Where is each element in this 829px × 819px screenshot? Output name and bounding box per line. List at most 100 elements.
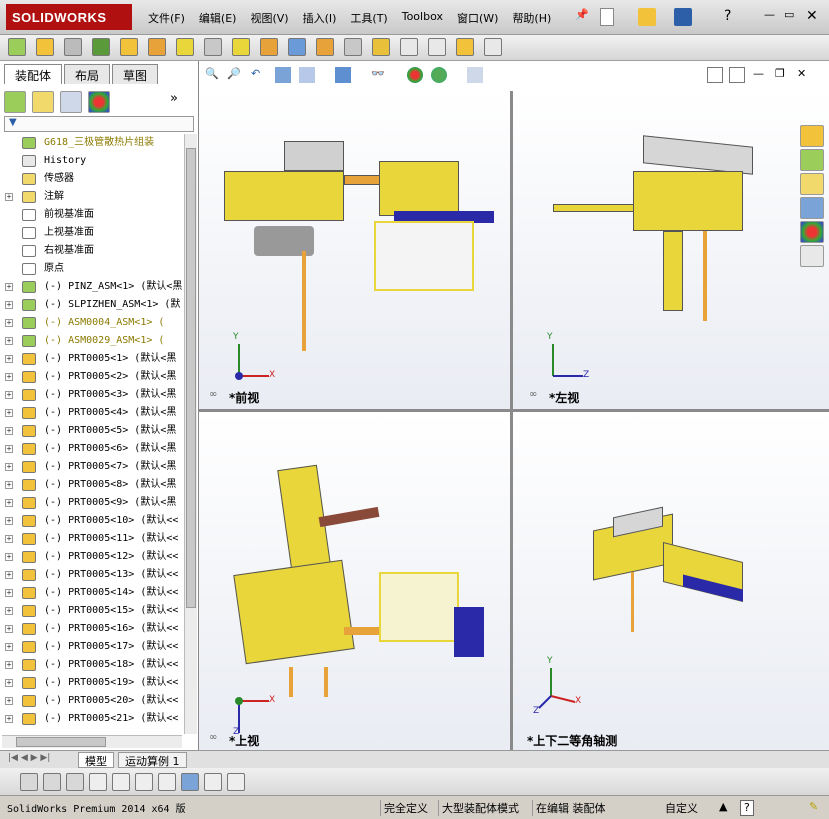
expand-toggle-icon[interactable]: + [5,661,13,669]
apply-scene-icon[interactable] [431,67,447,83]
expand-toggle-icon[interactable]: + [5,697,13,705]
tree-node[interactable]: + (-) PRT0005<5> (默认<黑 [0,422,182,440]
expand-toggle-icon[interactable]: + [5,319,13,327]
rebuild-icon[interactable]: ✎ [806,800,818,816]
suppress-ghost-icon[interactable] [66,773,84,791]
menu-item-7[interactable]: 帮助(H) [512,10,551,26]
tree-node[interactable]: History [0,152,182,170]
appearance-icon[interactable] [88,91,110,113]
tab-layout[interactable]: 布局 [64,64,111,84]
insert-component-icon[interactable] [8,38,26,56]
scroll-thumb[interactable] [186,148,196,608]
mate-icon[interactable] [64,38,82,56]
tree-node[interactable]: + (-) PRT0005<11> (默认<< [0,530,182,548]
expand-toggle-icon[interactable]: + [5,517,13,525]
new-document-icon[interactable] [600,8,614,26]
tree-node[interactable]: + (-) ASM0004_ASM<1> ( [0,314,182,332]
tab-model[interactable]: 模型 [78,752,114,768]
menu-item-1[interactable]: 编辑(E) [199,10,237,26]
tree-node[interactable]: + (-) PRT0005<15> (默认<< [0,602,182,620]
tree-node[interactable]: + (-) PRT0005<21> (默认<< [0,710,182,728]
rebuild-ghost-icon[interactable] [20,773,38,791]
expand-toggle-icon[interactable]: + [5,445,13,453]
explode-line-sketch-icon[interactable] [344,38,362,56]
expand-toggle-icon[interactable]: + [5,193,13,201]
assembly-model-top[interactable] [233,464,504,697]
tree-node[interactable]: + (-) PRT0005<12> (默认<< [0,548,182,566]
save-icon[interactable] [674,8,692,26]
zoom-to-fit-icon[interactable]: 🔍 [205,67,221,83]
menu-item-5[interactable]: Toolbox [402,10,443,26]
tree-horizontal-scrollbar[interactable] [2,735,182,748]
expand-toggle-icon[interactable]: + [5,715,13,723]
tree-node[interactable]: + (-) PRT0005<16> (默认<< [0,620,182,638]
tree-node[interactable]: + (-) PRT0005<17> (默认<< [0,638,182,656]
expand-toggle-icon[interactable]: + [5,337,13,345]
expand-arrows-icon[interactable]: » [170,91,178,113]
filter-icon[interactable]: ▼ [9,117,17,128]
tree-node[interactable]: + (-) PRT0005<6> (默认<黑 [0,440,182,458]
save-state-icon[interactable] [227,773,245,791]
expand-toggle-icon[interactable]: + [5,553,13,561]
menu-item-6[interactable]: 窗口(W) [457,10,498,26]
front-view-pane[interactable]: Y X ∞ *前视 [199,91,510,409]
tile-vertical-icon[interactable] [729,67,745,83]
tree-node[interactable]: + (-) PRT0005<4> (默认<黑 [0,404,182,422]
section-view-icon[interactable] [275,67,291,83]
tree-filter[interactable]: ▼ [4,116,194,132]
tree-node[interactable]: + 注解 [0,188,182,206]
tree-node[interactable]: 传感器 [0,170,182,188]
solidworks-resources-icon[interactable] [800,125,824,147]
move-component-icon[interactable] [148,38,166,56]
zoom-to-area-icon[interactable]: 🔎 [227,67,243,83]
edit-appearance-icon[interactable] [407,67,423,83]
isometric-view-pane[interactable]: Y X Z *上下二等角轴测 [513,412,829,750]
tree-node[interactable]: + (-) PRT0005<8> (默认<黑 [0,476,182,494]
tree-node[interactable]: 上视基准面 [0,224,182,242]
viewport-minimize-icon[interactable]: — [753,67,769,83]
expand-toggle-icon[interactable]: + [5,427,13,435]
file-explorer-icon[interactable] [800,173,824,195]
tree-node[interactable]: + (-) PRT0005<3> (默认<黑 [0,386,182,404]
new-part-icon[interactable] [36,38,54,56]
expand-toggle-icon[interactable]: + [5,283,13,291]
units-dropdown-icon[interactable]: ▲ [716,800,727,816]
assembly-features-icon[interactable] [204,38,222,56]
assembly-model-isometric[interactable] [573,506,773,642]
assembly-model-front[interactable] [224,141,504,351]
tree-node[interactable]: + (-) PRT0005<18> (默认<< [0,656,182,674]
design-library-icon[interactable] [800,149,824,171]
expand-toggle-icon[interactable]: + [5,499,13,507]
tree-node[interactable]: + (-) PRT0005<10> (默认<< [0,512,182,530]
hide-show-items-icon[interactable]: 👓 [371,67,387,83]
hole-alignment-icon[interactable] [428,38,446,56]
hide-ghost-icon[interactable] [43,773,61,791]
viewport-restore-icon[interactable]: ❐ [775,67,791,83]
menu-item-2[interactable]: 视图(V) [250,10,288,26]
property-manager-icon[interactable] [32,91,54,113]
custom-properties-icon[interactable] [800,245,824,267]
measure-icon[interactable] [456,38,474,56]
previous-view-icon[interactable]: ↶ [251,67,267,83]
table-view-icon[interactable] [204,773,222,791]
tree-node[interactable]: + (-) PRT0005<14> (默认<< [0,584,182,602]
expand-toggle-icon[interactable]: + [5,571,13,579]
tree-node[interactable]: + (-) PRT0005<13> (默认<< [0,566,182,584]
interference-detection-icon[interactable] [372,38,390,56]
tree-node[interactable]: 前视基准面 [0,206,182,224]
minimize-window-icon[interactable]: — [764,8,782,26]
reference-geometry-icon[interactable] [232,38,250,56]
expand-toggle-icon[interactable]: + [5,391,13,399]
tab-motion-study[interactable]: 运动算例 1 [118,752,187,768]
tree-order-icon[interactable] [135,773,153,791]
expand-toggle-icon[interactable]: + [5,355,13,363]
appearances-scenes-icon[interactable] [800,221,824,243]
show-hidden-icon[interactable] [176,38,194,56]
clearance-verification-icon[interactable] [400,38,418,56]
tree-node[interactable]: + (-) PRT0005<7> (默认<黑 [0,458,182,476]
tree-node[interactable]: + (-) PINZ_ASM<1> (默认<黑 [0,278,182,296]
tree-vertical-scrollbar[interactable] [184,134,197,734]
mass-properties-icon[interactable] [484,38,502,56]
tree-node[interactable]: + (-) ASM0029_ASM<1> ( [0,332,182,350]
exploded-view-icon[interactable] [316,38,334,56]
